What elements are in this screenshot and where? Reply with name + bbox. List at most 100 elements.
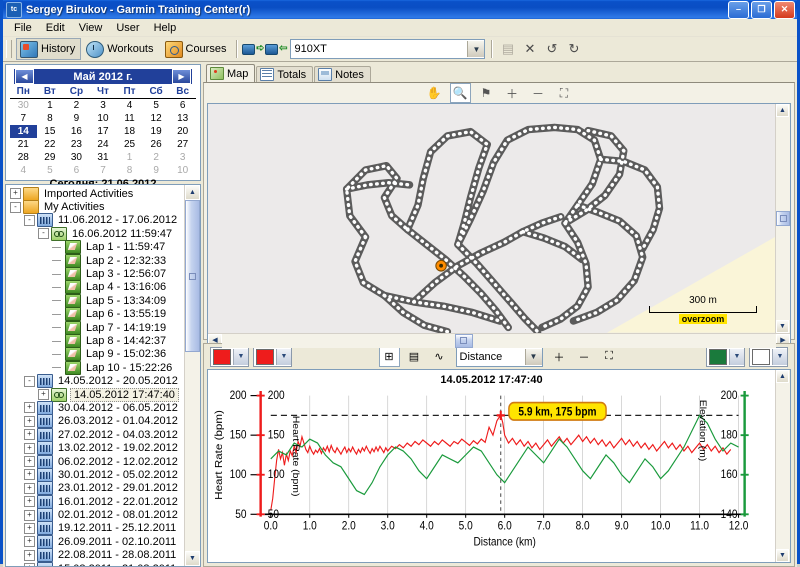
tree-item[interactable]: - My Activities xyxy=(7,200,184,215)
zoom-fit-icon[interactable]: ⛶ xyxy=(554,83,575,103)
send-to-device-button[interactable]: ➪ xyxy=(242,40,264,58)
calendar-day[interactable]: 28 xyxy=(10,151,37,164)
series-color-select-4[interactable]: ▼ xyxy=(749,346,788,367)
calendar-day[interactable]: 12 xyxy=(143,112,170,125)
tree-item[interactable]: +13.02.2012 - 19.02.2012 xyxy=(7,441,184,456)
calendar-day[interactable]: 25 xyxy=(116,138,143,151)
calendar-day[interactable]: 3 xyxy=(169,151,196,164)
map-canvas[interactable]: 300 m overzoom xyxy=(208,104,775,333)
expand-icon[interactable]: + xyxy=(24,509,35,521)
map-vertical-scrollbar[interactable]: ▲ ▼ xyxy=(775,104,790,333)
chart-vscroll-track[interactable] xyxy=(776,383,790,549)
smooth-curve-icon[interactable]: ∿ xyxy=(429,347,450,367)
calendar-day[interactable]: 29 xyxy=(37,151,64,164)
calendar-day[interactable]: 6 xyxy=(169,99,196,113)
tree-item[interactable]: +26.03.2012 - 01.04.2012 xyxy=(7,414,184,429)
expand-icon[interactable]: + xyxy=(38,389,49,401)
expand-icon[interactable]: + xyxy=(24,429,35,441)
zoom-in-icon[interactable]: ＋ xyxy=(502,83,523,103)
tree-item[interactable]: +02.01.2012 - 08.01.2012 xyxy=(7,508,184,523)
tab-totals[interactable]: Totals xyxy=(256,66,314,82)
expand-icon[interactable]: + xyxy=(24,536,35,548)
menu-item-edit[interactable]: Edit xyxy=(39,21,72,35)
undo-icon[interactable]: ↺ xyxy=(541,39,562,59)
menu-item-user[interactable]: User xyxy=(109,21,146,35)
calendar-day[interactable]: 23 xyxy=(63,138,90,151)
calendar-day[interactable]: 24 xyxy=(90,138,117,151)
expand-icon[interactable]: + xyxy=(24,469,35,481)
calendar-day[interactable]: 10 xyxy=(169,164,196,177)
chevron-down-icon[interactable]: ▼ xyxy=(729,348,744,365)
chart-vertical-scrollbar[interactable]: ▲ ▼ xyxy=(775,370,790,562)
chart-scroll-up-button[interactable]: ▲ xyxy=(776,370,789,383)
calendar-day[interactable]: 18 xyxy=(116,125,143,138)
map-hscroll-thumb[interactable] xyxy=(454,333,473,348)
tree-item[interactable]: +22.08.2011 - 28.08.2011 xyxy=(7,548,184,563)
calendar-day[interactable]: 16 xyxy=(63,125,90,138)
calendar-day[interactable]: 4 xyxy=(10,164,37,177)
calendar-day[interactable]: 1 xyxy=(37,99,64,113)
menu-item-help[interactable]: Help xyxy=(147,21,184,35)
chart-viewport[interactable]: 14.05.2012 17:47:40 0.0 1.0 2.0 3.0 4.0 5.0 6.… xyxy=(207,369,791,563)
calendar-day[interactable]: 5 xyxy=(143,99,170,113)
toolbar-grip[interactable] xyxy=(6,40,12,58)
tree-item[interactable]: +19.12.2011 - 25.12.2011 xyxy=(7,521,184,536)
tree-item[interactable]: Lap 9 - 15:02:36 xyxy=(7,347,184,362)
minimize-button[interactable]: – xyxy=(728,0,749,19)
chart-zoom-fit-icon[interactable]: ⛶ xyxy=(599,347,620,367)
calendar-day[interactable]: 27 xyxy=(169,138,196,151)
calendar-day[interactable]: 30 xyxy=(63,151,90,164)
scroll-up-button[interactable]: ▲ xyxy=(185,185,200,200)
tree-item[interactable]: - 11.06.2012 - 17.06.2012 xyxy=(7,213,184,228)
tree-item[interactable]: +16.01.2012 - 22.01.2012 xyxy=(7,494,184,509)
tree-item[interactable]: Lap 10 - 15:22:26 xyxy=(7,360,184,375)
map-scroll-down-button[interactable]: ▼ xyxy=(776,319,789,333)
scroll-thumb[interactable] xyxy=(185,200,200,352)
expand-icon[interactable]: + xyxy=(10,188,21,200)
history-button[interactable]: History xyxy=(16,38,82,60)
tree-item[interactable]: Lap 1 - 11:59:47 xyxy=(7,240,184,255)
scroll-track[interactable] xyxy=(185,352,200,551)
calendar-day[interactable]: 6 xyxy=(63,164,90,177)
map-viewport[interactable]: 300 m overzoom ▲ ▼ ◀ ▶ xyxy=(207,103,791,349)
calendar-day[interactable]: 26 xyxy=(143,138,170,151)
activity-tree-list[interactable]: + Imported Activities - My Activities -11.06… xyxy=(6,185,184,566)
menu-item-file[interactable]: File xyxy=(7,21,39,35)
calendar-day[interactable]: 9 xyxy=(63,112,90,125)
calendar-day[interactable]: 4 xyxy=(116,99,143,113)
restore-button[interactable]: ❐ xyxy=(751,0,772,19)
series-color-select-3[interactable]: ▼ xyxy=(706,346,745,367)
map-scroll-up-button[interactable]: ▲ xyxy=(776,104,789,117)
calendar-day[interactable]: 7 xyxy=(10,112,37,125)
tree-item[interactable]: +30.01.2012 - 05.02.2012 xyxy=(7,467,184,482)
chart-zoom-out-icon[interactable]: － xyxy=(574,347,595,367)
bands-toggle-icon[interactable]: ▤ xyxy=(404,347,425,367)
tree-item[interactable]: Lap 2 - 12:32:33 xyxy=(7,253,184,268)
calendar-day[interactable]: 21 xyxy=(10,138,37,151)
receive-from-device-button[interactable]: ⇦ xyxy=(265,40,287,58)
tree-item[interactable]: - 16.06.2012 11:59:47 xyxy=(7,226,184,241)
menu-item-view[interactable]: View xyxy=(72,21,110,35)
calendar-day[interactable]: 2 xyxy=(63,99,90,113)
tree-item[interactable]: Lap 4 - 13:16:06 xyxy=(7,280,184,295)
collapse-icon[interactable]: - xyxy=(24,375,35,387)
collapse-icon[interactable]: - xyxy=(10,201,21,213)
expand-icon[interactable]: + xyxy=(24,496,35,508)
calendar-day[interactable]: 15 xyxy=(37,125,64,138)
calendar-day[interactable]: 7 xyxy=(90,164,117,177)
expand-icon[interactable]: + xyxy=(24,415,35,427)
tree-item[interactable]: Lap 6 - 13:55:19 xyxy=(7,307,184,322)
calendar-day[interactable]: 30 xyxy=(10,99,37,113)
tree-item[interactable]: Lap 7 - 14:19:19 xyxy=(7,320,184,335)
workouts-button[interactable]: Workouts xyxy=(82,38,159,60)
chart-zoom-in-icon[interactable]: ＋ xyxy=(549,347,570,367)
zoom-out-icon[interactable]: － xyxy=(528,83,549,103)
chevron-down-icon[interactable]: ▼ xyxy=(276,348,291,365)
tree-item[interactable]: +30.04.2012 - 06.05.2012 xyxy=(7,400,184,415)
redo-icon[interactable]: ↻ xyxy=(563,39,584,59)
expand-icon[interactable]: + xyxy=(24,442,35,454)
calendar-day[interactable]: 3 xyxy=(90,99,117,113)
calendar-day[interactable]: 2 xyxy=(143,151,170,164)
calendar-prev-button[interactable]: ◀ xyxy=(15,69,34,84)
calendar-day[interactable]: 10 xyxy=(90,112,117,125)
